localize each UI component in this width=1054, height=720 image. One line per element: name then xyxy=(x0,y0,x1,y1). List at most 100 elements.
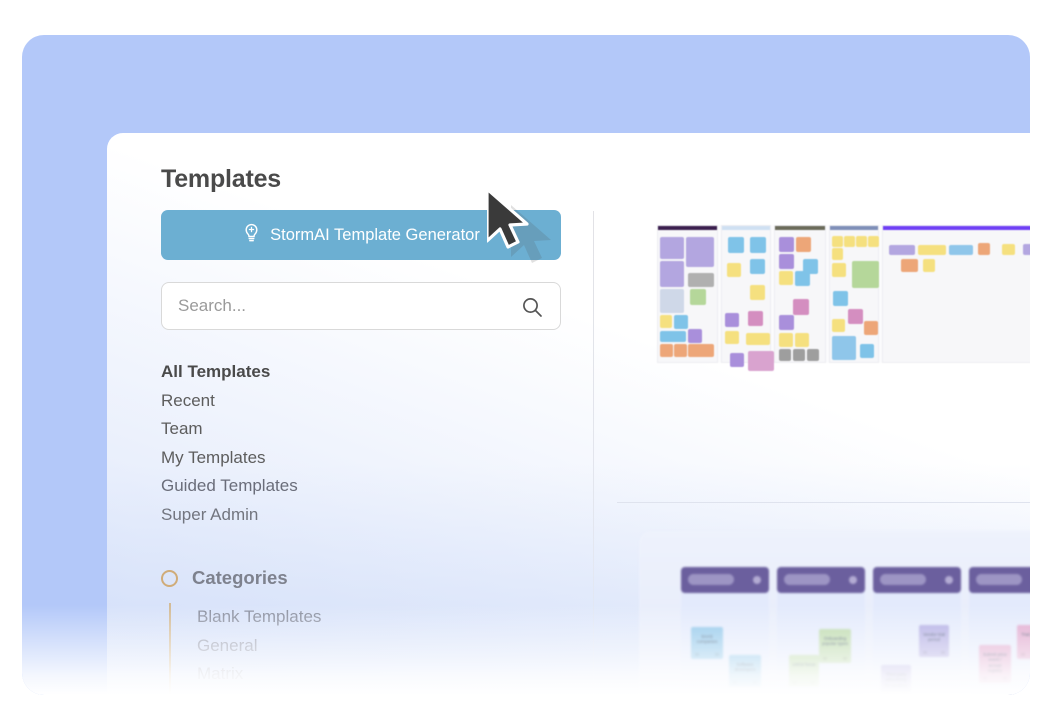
board-block xyxy=(864,321,878,335)
board-block xyxy=(793,349,805,361)
board-block xyxy=(860,344,874,358)
sticky-note[interactable]: Vendor trial period xyxy=(919,625,949,657)
sticky-note[interactable]: Third party advertising for vendors xyxy=(881,665,911,695)
sidebar-item-all-templates[interactable]: All Templates xyxy=(161,358,270,387)
grid-board-template-preview[interactable] xyxy=(657,225,1030,371)
board-block xyxy=(728,237,744,253)
search-field[interactable] xyxy=(161,282,561,330)
board-block xyxy=(918,245,946,255)
board-column xyxy=(657,225,718,363)
board-block xyxy=(750,259,765,274)
categories-header: Categories xyxy=(161,567,581,589)
board-block xyxy=(901,259,918,272)
board-column xyxy=(882,225,1030,363)
app-window-frame: Templates StormAI Template Generator Sea… xyxy=(22,35,1030,695)
board-block xyxy=(856,236,867,247)
board-block xyxy=(949,245,973,255)
category-item-blank-templates[interactable]: Blank Templates xyxy=(197,603,321,632)
board-block xyxy=(832,336,856,360)
board-block xyxy=(688,329,702,343)
board-block xyxy=(923,259,935,272)
board-block xyxy=(725,331,739,344)
sidebar-item-recent[interactable]: Recent xyxy=(161,387,215,416)
sticky-note-footer xyxy=(1021,653,1030,656)
sidebar-item-team[interactable]: Team xyxy=(161,415,203,444)
header-placeholder-pill xyxy=(688,574,734,585)
board-block xyxy=(674,344,687,357)
board-block xyxy=(795,271,810,286)
sidebar-item-super-admin[interactable]: Super Admin xyxy=(161,501,258,530)
board-block xyxy=(688,273,714,287)
templates-panel: Templates StormAI Template Generator Sea… xyxy=(107,133,1030,695)
sticky-note[interactable]: UX/UI focus xyxy=(789,655,819,687)
board-block xyxy=(779,333,793,347)
sidebar-content-divider xyxy=(593,211,594,695)
board-block xyxy=(832,263,846,277)
header-placeholder-pill xyxy=(784,574,830,585)
header-placeholder-pill xyxy=(880,574,926,585)
header-placeholder-pill xyxy=(976,574,1022,585)
board-block xyxy=(748,311,763,326)
category-item-calendars[interactable]: Calendars xyxy=(197,689,275,696)
board-block xyxy=(730,353,744,367)
board-block xyxy=(889,245,915,255)
board-block xyxy=(688,344,714,357)
board-block xyxy=(779,315,794,330)
content-section-divider xyxy=(617,502,1030,503)
header-menu-dot xyxy=(945,576,953,584)
search-input[interactable] xyxy=(178,296,508,316)
stormai-template-generator-button[interactable]: StormAI Template Generator xyxy=(161,210,561,260)
board-column xyxy=(774,225,826,363)
note-board-column-header xyxy=(969,567,1030,593)
note-board-column-header xyxy=(681,567,769,593)
search-icon[interactable] xyxy=(520,295,544,324)
sticky-note[interactable]: Onboarding popular types xyxy=(819,629,851,663)
board-block xyxy=(779,237,794,252)
category-item-matrix[interactable]: Matrix xyxy=(197,660,243,689)
sticky-note-board-template-preview[interactable]: SAAS companiesSoftware developersInvesto… xyxy=(639,531,1030,695)
category-item-general[interactable]: General xyxy=(197,632,257,661)
board-block xyxy=(832,236,843,247)
board-block xyxy=(779,349,791,361)
sticky-note-footer xyxy=(885,693,907,695)
sticky-note-footer xyxy=(793,681,815,684)
sidebar-item-my-templates[interactable]: My Templates xyxy=(161,444,266,473)
sticky-note-footer xyxy=(733,681,757,684)
sticky-note[interactable]: Software developers xyxy=(729,655,761,687)
stormai-template-generator-label: StormAI Template Generator xyxy=(270,225,480,244)
board-block xyxy=(795,333,809,347)
note-board-column-header xyxy=(873,567,961,593)
board-block xyxy=(660,315,672,328)
sticky-note-footer xyxy=(823,657,847,660)
board-block xyxy=(779,254,794,269)
board-block xyxy=(660,344,673,357)
board-block xyxy=(686,237,714,267)
board-block xyxy=(793,299,809,315)
board-block xyxy=(796,237,811,252)
page-title: Templates xyxy=(161,165,282,193)
board-block xyxy=(660,289,684,313)
header-menu-dot xyxy=(753,576,761,584)
templates-content-area: SAAS companiesSoftware developersInvesto… xyxy=(617,211,1030,695)
circle-outline-icon xyxy=(161,569,178,587)
board-block xyxy=(746,333,770,345)
sticky-note[interactable]: SAAS companies xyxy=(691,627,723,659)
sticky-note-footer xyxy=(923,651,945,654)
header-menu-dot xyxy=(849,576,857,584)
board-block xyxy=(750,285,765,300)
board-block xyxy=(807,349,819,361)
sticky-note-footer xyxy=(983,677,1007,680)
board-block xyxy=(1002,244,1015,255)
board-block xyxy=(978,243,990,255)
templates-nav-list: All Templates Recent Team My Templates G… xyxy=(161,358,581,529)
board-column xyxy=(721,225,774,371)
board-column-bar xyxy=(883,226,1030,230)
board-block xyxy=(779,271,793,285)
board-column-bar xyxy=(775,226,825,230)
sticky-note[interactable]: Trial periods xyxy=(1017,625,1030,659)
board-block xyxy=(848,309,863,324)
sidebar-item-guided-templates[interactable]: Guided Templates xyxy=(161,472,298,501)
board-block xyxy=(832,248,843,260)
sticky-note[interactable]: Submit price event / accept registry xyxy=(979,645,1011,683)
board-block xyxy=(725,313,739,327)
